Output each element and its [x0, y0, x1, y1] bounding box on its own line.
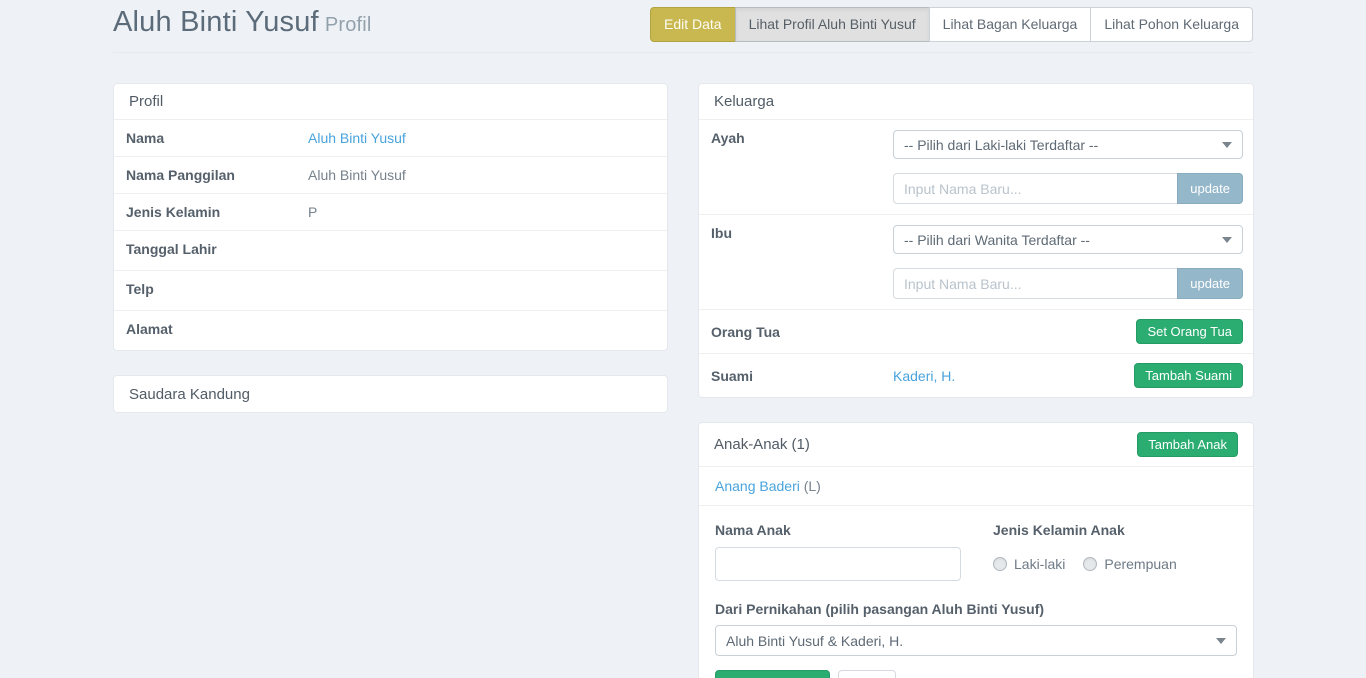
ibu-select-value: -- Pilih dari Wanita Terdaftar --	[904, 232, 1090, 248]
saudara-kandung-panel-header: Saudara Kandung	[114, 376, 667, 412]
row-value	[308, 311, 667, 350]
ayah-select[interactable]: -- Pilih dari Laki-laki Terdaftar --	[893, 130, 1243, 159]
tambah-anak-submit-button[interactable]: Tambah Anak	[715, 670, 830, 678]
row-label: Nama	[114, 120, 308, 156]
view-switch-button-group: Edit Data Lihat Profil Aluh Binti Yusuf …	[650, 7, 1253, 42]
row-label: Orang Tua	[699, 314, 893, 350]
lihat-bagan-keluarga-button[interactable]: Lihat Bagan Keluarga	[929, 7, 1092, 42]
table-row: Telp	[114, 271, 667, 311]
ibu-nama-baru-input[interactable]	[893, 268, 1177, 299]
row-value: Aluh Binti Yusuf	[308, 157, 667, 193]
tambah-anak-header-button[interactable]: Tambah Anak	[1137, 432, 1238, 457]
row-value	[308, 271, 667, 310]
chevron-down-icon	[1222, 237, 1232, 243]
table-row: Alamat	[114, 311, 667, 350]
row-label: Ayah	[699, 120, 893, 156]
keluarga-panel-header: Keluarga	[699, 84, 1253, 120]
radio-label: Perempuan	[1104, 556, 1176, 572]
profil-panel-title: Profil	[129, 93, 163, 110]
ayah-select-value: -- Pilih dari Laki-laki Terdaftar --	[904, 137, 1098, 153]
keluarga-panel-title: Keluarga	[714, 93, 774, 110]
lihat-profil-button[interactable]: Lihat Profil Aluh Binti Yusuf	[735, 7, 930, 42]
ibu-update-button[interactable]: update	[1177, 268, 1243, 299]
row-label: Nama Panggilan	[114, 157, 308, 193]
batal-button[interactable]: Batal	[838, 670, 896, 678]
edit-data-button[interactable]: Edit Data	[650, 7, 736, 42]
saudara-kandung-panel-title: Saudara Kandung	[129, 386, 250, 403]
child-list-item: Anang Baderi (L)	[699, 467, 1253, 506]
anak-anak-panel-title: Anak-Anak (1)	[714, 436, 810, 453]
suami-row: Suami Kaderi, H. Tambah Suami	[699, 354, 1253, 397]
nama-link[interactable]: Aluh Binti Yusuf	[308, 130, 406, 146]
anak-anak-panel: Anak-Anak (1) Tambah Anak Anang Baderi (…	[698, 422, 1254, 678]
profil-panel-header: Profil	[114, 84, 667, 120]
row-label: Jenis Kelamin	[114, 194, 308, 230]
pernikahan-select-value: Aluh Binti Yusuf & Kaderi, H.	[726, 633, 903, 649]
page-subtitle: Profil	[325, 14, 372, 36]
ayah-nama-baru-input[interactable]	[893, 173, 1177, 204]
row-value	[308, 231, 667, 270]
lihat-pohon-keluarga-button[interactable]: Lihat Pohon Keluarga	[1090, 7, 1253, 42]
page-title: Aluh Binti Yusuf Profil	[113, 6, 372, 39]
suami-link[interactable]: Kaderi, H.	[893, 368, 955, 384]
row-label: Ibu	[699, 215, 893, 251]
tambah-anak-form: Nama Anak Jenis Kelamin Anak Laki-laki	[699, 506, 1253, 678]
radio-perempuan[interactable]: Perempuan	[1083, 556, 1176, 572]
tambah-suami-button[interactable]: Tambah Suami	[1134, 363, 1243, 388]
radio-icon	[1083, 557, 1097, 571]
set-orang-tua-button[interactable]: Set Orang Tua	[1136, 319, 1243, 344]
ayah-row: Ayah -- Pilih dari Laki-laki Terdaftar -…	[699, 120, 1253, 215]
anak-anak-panel-header: Anak-Anak (1) Tambah Anak	[699, 423, 1253, 467]
table-row: Nama Panggilan Aluh Binti Yusuf	[114, 157, 667, 194]
orang-tua-row: Orang Tua Set Orang Tua	[699, 310, 1253, 354]
chevron-down-icon	[1222, 142, 1232, 148]
nama-anak-input[interactable]	[715, 547, 961, 581]
row-label: Alamat	[114, 311, 308, 347]
ibu-select[interactable]: -- Pilih dari Wanita Terdaftar --	[893, 225, 1243, 254]
profil-panel: Profil Nama Aluh Binti Yusuf Nama Panggi…	[113, 83, 668, 351]
ayah-update-button[interactable]: update	[1177, 173, 1243, 204]
row-value: P	[308, 194, 667, 230]
radio-laki-laki[interactable]: Laki-laki	[993, 556, 1065, 572]
radio-label: Laki-laki	[1014, 556, 1065, 572]
keluarga-panel: Keluarga Ayah -- Pilih dari Laki-laki Te…	[698, 83, 1254, 398]
row-label: Telp	[114, 271, 308, 307]
nama-anak-label: Nama Anak	[715, 522, 961, 538]
row-label: Suami	[699, 358, 893, 394]
chevron-down-icon	[1216, 638, 1226, 644]
child-link[interactable]: Anang Baderi	[715, 478, 800, 494]
pernikahan-select[interactable]: Aluh Binti Yusuf & Kaderi, H.	[715, 625, 1237, 656]
jenis-kelamin-anak-label: Jenis Kelamin Anak	[993, 522, 1177, 538]
radio-icon	[993, 557, 1007, 571]
ibu-row: Ibu -- Pilih dari Wanita Terdaftar -- up…	[699, 215, 1253, 310]
table-row: Tanggal Lahir	[114, 231, 667, 271]
child-gender-suffix: (L)	[800, 478, 821, 494]
page: Aluh Binti Yusuf Profil Edit Data Lihat P…	[113, 0, 1253, 678]
person-name: Aluh Binti Yusuf	[113, 6, 319, 38]
table-row: Jenis Kelamin P	[114, 194, 667, 231]
table-row: Nama Aluh Binti Yusuf	[114, 120, 667, 157]
page-header: Aluh Binti Yusuf Profil Edit Data Lihat P…	[113, 0, 1253, 53]
row-label: Tanggal Lahir	[114, 231, 308, 267]
dari-pernikahan-label: Dari Pernikahan (pilih pasangan Aluh Bin…	[715, 601, 1237, 617]
saudara-kandung-panel: Saudara Kandung	[113, 375, 668, 413]
